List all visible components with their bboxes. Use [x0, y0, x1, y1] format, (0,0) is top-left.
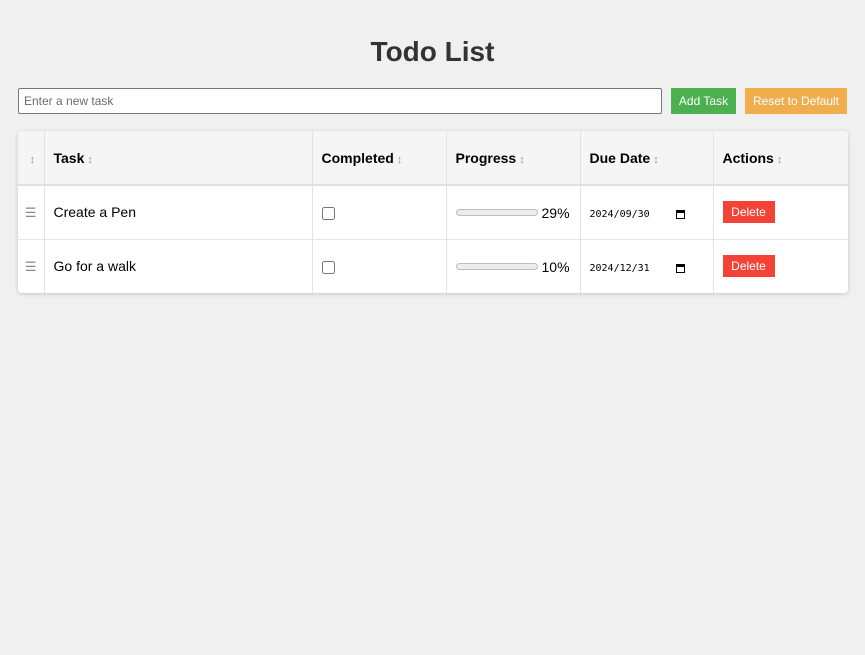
due-date-value: 2024/12/31 [589, 263, 650, 275]
header-task-label: Task [53, 149, 85, 166]
header-due-date[interactable]: Due Date ↕ [580, 131, 714, 186]
calendar-icon[interactable] [675, 210, 685, 220]
todo-table: ↕ Task ↕ Completed ↕ Progress ↕ Due Date ↕ A… [18, 131, 848, 293]
delete-button[interactable]: Delete [722, 201, 775, 224]
header-due-date-label: Due Date [589, 149, 651, 166]
header-progress[interactable]: Progress ↕ [446, 131, 581, 186]
new-task-input[interactable] [18, 88, 662, 114]
sort-icon: ↕ [29, 153, 36, 166]
sort-icon: ↕ [87, 153, 93, 166]
drag-cell[interactable]: ☰ [18, 238, 45, 293]
sort-icon: ↕ [396, 153, 403, 166]
task-name: Go for a walk [44, 238, 313, 293]
progress-bar [455, 209, 538, 217]
header-task[interactable]: Task ↕ [44, 131, 313, 186]
header-progress-label: Progress [455, 149, 517, 166]
header-actions-label: Actions [722, 149, 774, 166]
progress-bar [455, 263, 538, 271]
sort-icon: ↕ [519, 153, 525, 166]
sort-icon: ↕ [776, 153, 783, 166]
header-actions[interactable]: Actions ↕ [713, 131, 848, 186]
table-row: ☰ Go for a walk 10% 2024/12/31 Delete [18, 238, 848, 293]
table-header-row: ↕ Task ↕ Completed ↕ Progress ↕ Due Date ↕ A… [18, 131, 848, 186]
completed-checkbox[interactable] [321, 261, 335, 275]
header-drag[interactable]: ↕ [18, 131, 45, 186]
progress-cell: 29% [446, 185, 581, 239]
due-date-cell: 2024/09/30 [580, 185, 714, 239]
completed-cell [312, 238, 447, 293]
completed-cell [312, 185, 447, 239]
drag-handle-icon[interactable]: ☰ [25, 205, 37, 220]
task-name: Create a Pen [44, 185, 313, 239]
reset-default-button[interactable]: Reset to Default [745, 88, 847, 114]
completed-checkbox[interactable] [321, 207, 335, 221]
header-completed[interactable]: Completed ↕ [312, 131, 447, 186]
progress-cell: 10% [446, 238, 581, 293]
due-date-input[interactable]: 2024/09/30 [590, 209, 685, 220]
drag-cell[interactable]: ☰ [18, 185, 45, 239]
sort-icon: ↕ [653, 153, 659, 166]
progress-percent: 10% [541, 258, 570, 275]
actions-cell: Delete [713, 238, 848, 293]
due-date-value: 2024/09/30 [589, 209, 650, 221]
header-completed-label: Completed [321, 149, 394, 166]
table-row: ☰ Create a Pen 29% 2024/09/30 Delete [18, 185, 848, 239]
due-date-cell: 2024/12/31 [580, 238, 714, 293]
calendar-icon[interactable] [675, 264, 685, 274]
drag-handle-icon[interactable]: ☰ [25, 259, 37, 274]
due-date-input[interactable]: 2024/12/31 [590, 263, 685, 274]
actions-cell: Delete [713, 185, 848, 239]
progress-percent: 29% [541, 204, 570, 221]
delete-button[interactable]: Delete [722, 255, 775, 278]
add-task-button[interactable]: Add Task [671, 88, 736, 114]
page-title: Todo List [370, 36, 495, 67]
